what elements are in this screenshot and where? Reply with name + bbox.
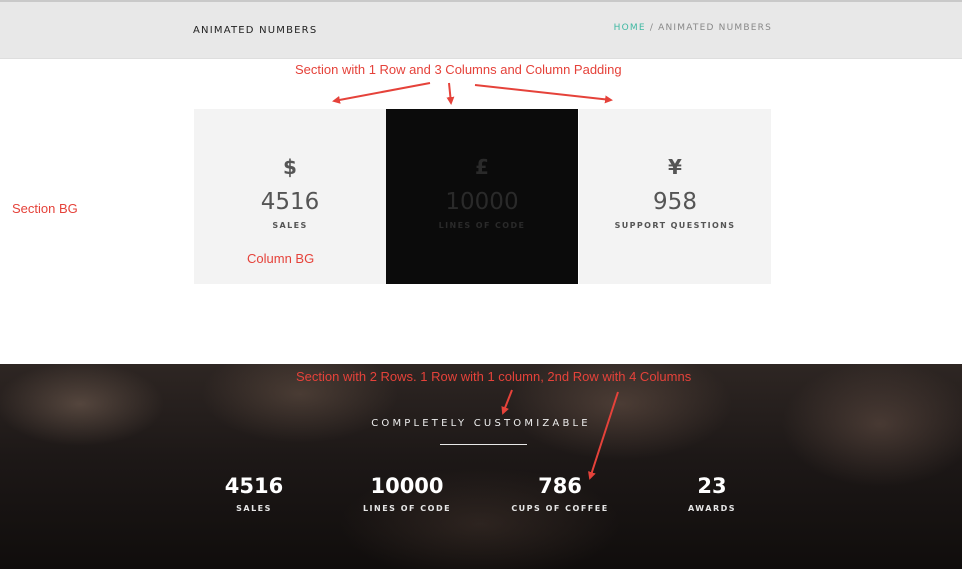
counter-column-support-questions: ¥ 958 SUPPORT QUESTIONS: [579, 109, 771, 284]
annotation-top-section: Section with 1 Row and 3 Columns and Col…: [295, 62, 622, 77]
stat-value: 786: [538, 474, 582, 498]
stat-value: 4516: [224, 474, 284, 498]
breadcrumb-home-link[interactable]: HOME: [614, 23, 646, 33]
stat-value: 23: [697, 474, 727, 498]
counter-column-lines-of-code: £ 10000 LINES OF CODE: [386, 109, 578, 284]
crowd-stat-sales: 4516 SALES: [184, 474, 324, 513]
counter-label: LINES OF CODE: [438, 221, 526, 230]
arrow-to-column-middle: [446, 82, 455, 105]
crowd-stat-cups-of-coffee: 786 CUPS OF COFFEE: [490, 474, 630, 513]
crowd-section-title: COMPLETELY CUSTOMIZABLE: [371, 418, 591, 429]
stat-label: AWARDS: [687, 504, 737, 513]
crowd-counter-section: COMPLETELY CUSTOMIZABLE 4516 SALES 10000…: [0, 364, 962, 569]
counter-value: 4516: [260, 189, 320, 215]
stat-value: 10000: [370, 474, 444, 498]
annotation-column-bg: Column BG: [247, 251, 315, 266]
title-divider: [440, 444, 527, 445]
page-header: ANIMATED NUMBERS HOME / ANIMATED NUMBERS: [0, 2, 962, 59]
annotation-bottom-section: Section with 2 Rows. 1 Row with 1 column…: [296, 369, 692, 384]
counter-label: SALES: [272, 221, 308, 230]
dollar-icon: $: [283, 155, 297, 179]
counter-value: 958: [653, 189, 697, 215]
counter-value: 10000: [445, 189, 519, 215]
breadcrumb: HOME / ANIMATED NUMBERS: [614, 23, 772, 33]
page-title: ANIMATED NUMBERS: [193, 25, 318, 36]
stat-label: LINES OF CODE: [362, 504, 452, 513]
stat-label: CUPS OF COFFEE: [511, 504, 609, 513]
counter-label: SUPPORT QUESTIONS: [614, 221, 736, 230]
arrow-to-column-right: [474, 84, 613, 104]
arrow-to-column-left: [332, 82, 431, 104]
crowd-stat-awards: 23 AWARDS: [642, 474, 782, 513]
breadcrumb-current: ANIMATED NUMBERS: [658, 23, 772, 33]
breadcrumb-separator: /: [645, 23, 659, 33]
crowd-stat-lines-of-code: 10000 LINES OF CODE: [337, 474, 477, 513]
pound-icon: £: [475, 155, 489, 179]
yen-icon: ¥: [668, 155, 682, 179]
stat-label: SALES: [236, 504, 272, 513]
annotation-section-bg: Section BG: [12, 201, 78, 216]
